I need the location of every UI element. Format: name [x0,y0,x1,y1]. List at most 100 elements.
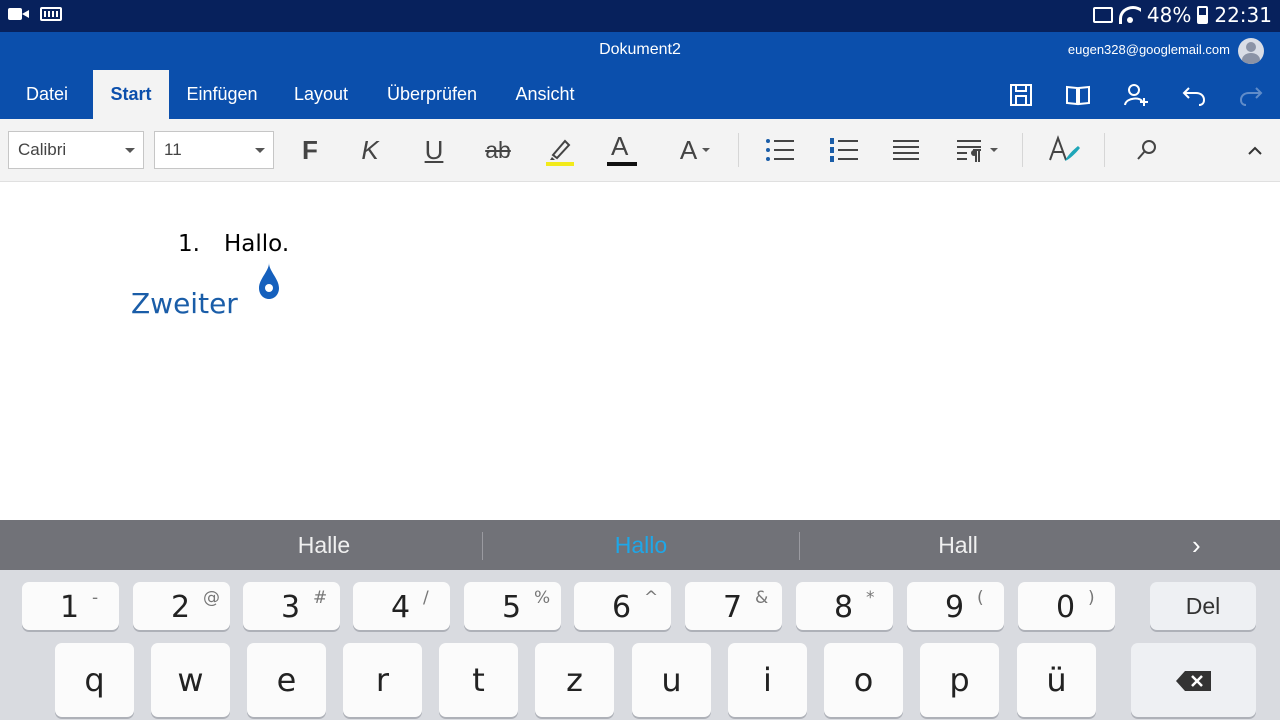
ribbon-toolbar: Calibri 11 F K U ab A A [0,119,1280,182]
numbered-list-icon [830,138,858,162]
font-color-glyph: A [611,131,629,161]
key-main: 2 [171,590,191,625]
chevron-up-icon [1248,146,1262,155]
font-color-button[interactable]: A [604,131,640,167]
key-sub: % [534,588,551,608]
battery-icon [1197,6,1209,24]
key-r[interactable]: r [343,643,422,717]
tab-einfuegen[interactable]: Einfügen [180,70,264,119]
tab-layout[interactable]: Layout [288,70,354,119]
delete-key[interactable]: Del [1150,582,1256,630]
ribbon-divider [1104,133,1105,167]
styles-button[interactable] [1044,133,1084,167]
suggestion-halle[interactable]: Halle [166,520,482,570]
align-left-button[interactable] [888,133,924,167]
key-main: w [177,661,204,699]
key-ue[interactable]: ü [1017,643,1096,717]
collapse-ribbon-button[interactable] [1240,133,1270,167]
redo-icon[interactable] [1238,82,1264,108]
key-6[interactable]: 6 ^ [574,582,671,630]
keyboard-icon [40,7,62,21]
paragraph-icon [956,140,981,162]
key-1[interactable]: 1 - [22,582,119,630]
key-sub: ) [1088,588,1095,608]
document-canvas[interactable]: 1. Hallo. Zweiter [0,183,1280,520]
key-z[interactable]: z [535,643,614,717]
numbered-list-button[interactable] [826,133,862,167]
align-left-icon [893,140,919,160]
tab-ansicht[interactable]: Ansicht [508,70,582,119]
key-sub: # [313,588,328,608]
status-left [8,7,62,21]
list-item-text[interactable]: Hallo. [224,231,289,257]
strikethrough-label: ab [485,136,511,163]
key-7[interactable]: 7 & [685,582,782,630]
font-name-select[interactable]: Calibri [8,131,144,169]
avatar[interactable] [1238,38,1264,64]
key-t[interactable]: t [439,643,518,717]
delete-key-label: Del [1185,593,1221,619]
styles-brush-icon [1049,135,1080,161]
key-o[interactable]: o [824,643,903,717]
suggestion-hallo[interactable]: Hallo [483,520,799,570]
read-mode-icon[interactable] [1065,82,1091,108]
key-e[interactable]: e [247,643,326,717]
font-size-select[interactable]: 11 [154,131,274,169]
key-sub: / [423,588,429,608]
strikethrough-button[interactable]: ab [476,133,520,167]
key-w[interactable]: w [151,643,230,717]
suggestion-expand-icon[interactable]: › [1192,530,1201,561]
chevron-down-icon [255,148,265,153]
key-u[interactable]: u [632,643,711,717]
key-sub: ^ [644,588,659,608]
key-sub: * [866,588,875,608]
underline-button[interactable]: U [416,133,452,167]
key-3[interactable]: 3 # [243,582,340,630]
heading-text[interactable]: Zweiter [131,287,238,320]
text-effects-button[interactable]: A [670,133,720,167]
key-main: 8 [834,590,854,625]
key-9[interactable]: 9 ( [907,582,1004,630]
key-0[interactable]: 0 ) [1018,582,1115,630]
key-main: u [661,661,682,699]
share-person-icon[interactable] [1123,82,1149,108]
key-main: t [472,661,485,699]
key-sub: ( [977,588,984,608]
undo-icon[interactable] [1181,82,1207,108]
save-icon[interactable] [1008,82,1034,108]
key-4[interactable]: 4 / [353,582,450,630]
text-effects-glyph: A [679,134,698,165]
italic-button[interactable]: K [352,133,388,167]
suggestion-hall[interactable]: Hall [800,520,1116,570]
list-number: 1. [178,231,200,257]
search-button[interactable] [1130,133,1164,167]
backspace-key[interactable] [1131,643,1256,717]
tab-start[interactable]: Start [93,70,169,119]
chevron-down-icon [125,148,135,153]
account-email[interactable]: eugen328@googlemail.com [1068,42,1230,57]
key-main: 5 [502,590,522,625]
key-8[interactable]: 8 * [796,582,893,630]
key-i[interactable]: i [728,643,807,717]
key-q[interactable]: q [55,643,134,717]
underline-label: U [424,134,444,165]
key-p[interactable]: p [920,643,999,717]
text-cursor-handle-icon[interactable] [257,263,281,301]
key-5[interactable]: 5 % [464,582,561,630]
bold-button[interactable]: F [292,133,328,167]
highlighter-icon [546,139,574,166]
key-main: i [763,661,772,699]
wifi-icon [1118,6,1141,24]
status-bar: 48% 22:31 [0,0,1280,32]
key-main: p [949,661,970,699]
tab-datei[interactable]: Datei [14,70,80,119]
tab-ueberpruefen[interactable]: Überprüfen [378,70,486,119]
keyboard-suggestion-bar: Halle Hallo Hall › [0,520,1280,570]
ribbon-divider [1022,133,1023,167]
highlight-button[interactable] [542,133,578,167]
paragraph-options-button[interactable] [950,133,1002,167]
key-2[interactable]: 2 @ [133,582,230,630]
bullet-list-button[interactable] [762,133,798,167]
status-right: 48% 22:31 [1092,3,1272,27]
backspace-icon [1176,671,1211,691]
